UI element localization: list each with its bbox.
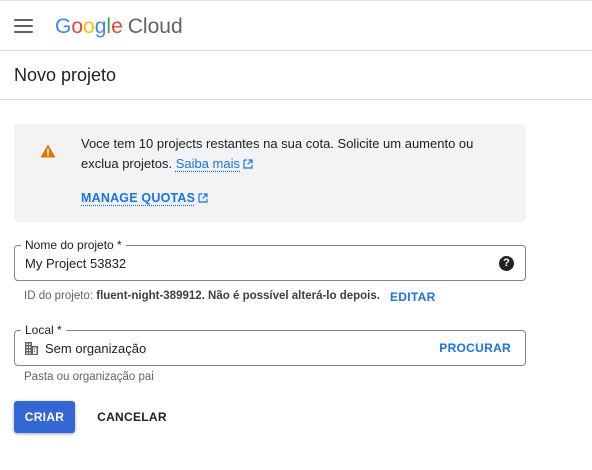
- location-field[interactable]: Local * Sem organização PROCURAR: [14, 323, 526, 366]
- top-app-bar: Google Cloud: [0, 0, 592, 51]
- edit-project-id-button[interactable]: EDITAR: [390, 290, 436, 304]
- location-hint: Pasta ou organização pai: [24, 371, 154, 383]
- learn-more-link[interactable]: Saiba mais: [176, 156, 253, 171]
- create-button[interactable]: CRIAR: [14, 401, 75, 433]
- google-cloud-logo[interactable]: Google Cloud: [55, 15, 183, 39]
- location-label: Local *: [21, 323, 66, 337]
- learn-more-label: Saiba mais: [175, 156, 240, 171]
- external-link-icon: [243, 159, 253, 169]
- project-name-field: Nome do projeto * ?: [14, 238, 526, 281]
- building-icon: [25, 342, 38, 355]
- external-link-icon: [198, 193, 208, 203]
- title-divider: [0, 99, 592, 100]
- quota-message: Voce tem 10 projects restantes na sua co…: [81, 134, 511, 174]
- project-id-value: fluent-night-389912. Não é possível alte…: [96, 290, 380, 302]
- browse-location-button[interactable]: PROCURAR: [439, 341, 511, 355]
- page-title: Novo projeto: [14, 65, 117, 85]
- project-name-label: Nome do projeto *: [21, 238, 126, 252]
- logo-cloud-text: Cloud: [127, 15, 183, 38]
- project-id-info: ID do projeto: fluent-night-389912. Não …: [24, 290, 380, 302]
- manage-quotas-label: MANAGE QUOTAS: [81, 191, 196, 205]
- logo-google-text: Google: [55, 15, 123, 38]
- manage-quotas-link[interactable]: MANAGE QUOTAS: [81, 191, 208, 205]
- cancel-button[interactable]: CANCELAR: [91, 401, 173, 433]
- quota-message-text: Voce tem 10 projects restantes na sua co…: [81, 136, 474, 171]
- hamburger-menu-icon[interactable]: [12, 16, 36, 36]
- quota-notice: Voce tem 10 projects restantes na sua co…: [14, 124, 526, 222]
- project-name-input[interactable]: [25, 256, 485, 271]
- location-value: Sem organização: [45, 341, 147, 356]
- warning-icon: [40, 144, 56, 158]
- help-icon[interactable]: ?: [499, 256, 514, 271]
- project-id-prefix: ID do projeto:: [24, 290, 97, 302]
